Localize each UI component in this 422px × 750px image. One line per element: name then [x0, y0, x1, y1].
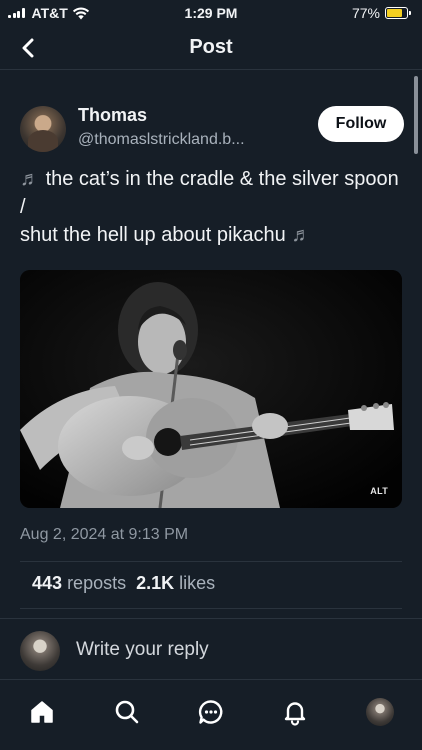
reply-composer[interactable]: Write your reply [0, 618, 422, 680]
status-left: AT&T [8, 5, 90, 21]
likes-count: 2.1K [136, 573, 175, 593]
author-handle[interactable]: @thomaslstrickland.b... [78, 131, 245, 149]
scroll-indicator[interactable] [414, 76, 418, 154]
reposts-label: reposts [67, 573, 127, 593]
post-timestamp: Aug 2, 2024 at 9:13 PM [20, 526, 189, 543]
reply-input[interactable]: Write your reply [76, 639, 209, 661]
battery-icon [385, 7, 411, 19]
status-right: 77% [351, 5, 411, 21]
profile-avatar [365, 698, 394, 726]
back-button[interactable] [14, 34, 42, 62]
clock: 1:29 PM [184, 5, 238, 21]
likes-stat[interactable]: 2.1K likes [136, 573, 215, 594]
current-user-avatar [20, 631, 60, 671]
chat-icon [198, 700, 223, 724]
post-text-line2: shut the hell up about pikachu [20, 224, 286, 246]
wifi-icon [72, 7, 89, 19]
tab-profile[interactable] [357, 694, 403, 730]
cellular-signal-icon [8, 8, 25, 18]
tab-chat[interactable] [188, 694, 234, 730]
carrier-label: AT&T [31, 5, 68, 21]
battery-level-fill [387, 9, 402, 17]
tab-notifications[interactable] [272, 694, 318, 730]
post-text: ♬ the cat’s in the cradle & the silver s… [20, 165, 404, 249]
tab-home[interactable] [19, 694, 65, 730]
bell-icon [285, 702, 306, 726]
divider [20, 561, 402, 562]
search-icon [115, 700, 138, 724]
author-name[interactable]: Thomas [78, 105, 147, 126]
post-stats: 443 reposts 2.1K likes [32, 573, 215, 594]
guitarist-photo [20, 270, 402, 508]
battery-percent: 77% [351, 5, 380, 21]
tab-search[interactable] [104, 694, 150, 730]
alt-text-badge[interactable]: ALT [370, 486, 388, 496]
reposts-count: 443 [32, 573, 63, 593]
music-note-icon: ♬ [20, 168, 40, 190]
status-bar: AT&T 1:29 PM 77% [0, 0, 422, 26]
post-author-row: Thomas @thomaslstrickland.b... Follow [20, 104, 404, 154]
bottom-tab-bar [0, 680, 422, 750]
likes-label: likes [179, 573, 216, 593]
nav-header: Post [0, 26, 422, 70]
post-text-line1: the cat’s in the cradle & the silver spo… [20, 168, 399, 218]
divider [20, 608, 402, 609]
music-note-icon: ♬ [291, 224, 312, 246]
page-title: Post [189, 36, 233, 58]
home-icon [31, 701, 53, 723]
follow-button[interactable]: Follow [318, 106, 404, 142]
post-image[interactable]: ALT [20, 270, 402, 508]
author-avatar[interactable] [20, 106, 66, 152]
chevron-left-icon [22, 38, 34, 58]
reposts-stat[interactable]: 443 reposts [32, 573, 126, 594]
